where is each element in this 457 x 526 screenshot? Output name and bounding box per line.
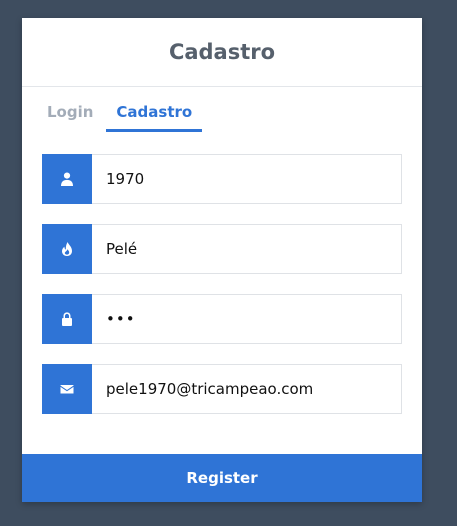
- password-field-group: [42, 294, 402, 344]
- envelope-icon: [42, 364, 92, 414]
- register-button[interactable]: Register: [22, 454, 422, 502]
- name-field-group: [42, 224, 402, 274]
- page-title: Cadastro: [168, 40, 276, 64]
- card-header: Cadastro: [22, 18, 422, 87]
- register-card: Cadastro Login Cadastro Register: [22, 18, 422, 502]
- name-input[interactable]: [92, 224, 402, 274]
- tab-bar: Login Cadastro: [40, 102, 203, 132]
- email-input[interactable]: [92, 364, 402, 414]
- fire-icon: [42, 224, 92, 274]
- email-field-group: [42, 364, 402, 414]
- username-input[interactable]: [92, 154, 402, 204]
- lock-icon: [42, 294, 92, 344]
- password-input[interactable]: [92, 294, 402, 344]
- tab-login[interactable]: Login: [40, 102, 100, 132]
- user-icon: [42, 154, 92, 204]
- tab-cadastro[interactable]: Cadastro: [106, 102, 203, 132]
- username-field-group: [42, 154, 402, 204]
